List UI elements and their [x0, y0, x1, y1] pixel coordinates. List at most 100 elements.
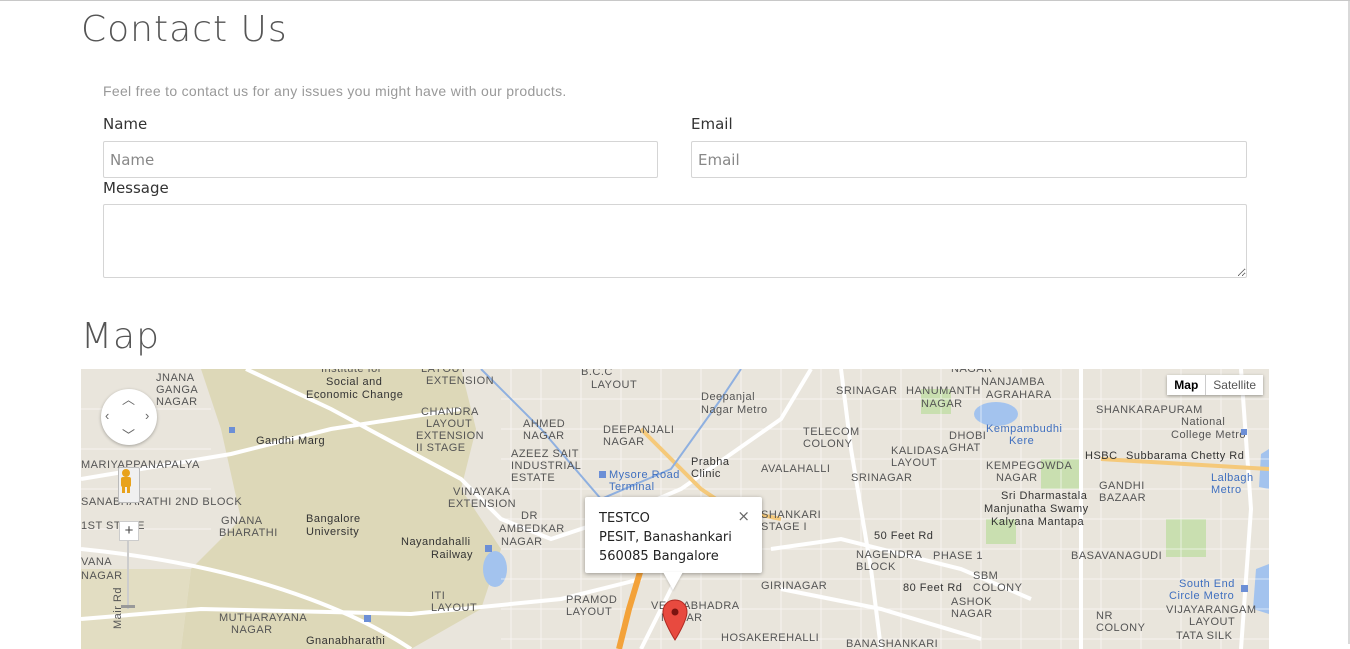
google-map[interactable]: JNANA GANGA NAGAR Institute for Social and… — [81, 369, 1269, 649]
svg-text:NAGAR: NAGAR — [81, 570, 123, 582]
svg-text:STAGE I: STAGE I — [761, 521, 807, 533]
map-type-map-button[interactable]: Map — [1167, 375, 1207, 395]
svg-text:LAYOUT: LAYOUT — [566, 606, 612, 618]
svg-text:Gnanabharathi: Gnanabharathi — [306, 635, 385, 647]
svg-text:Gandhi Marg: Gandhi Marg — [256, 435, 325, 447]
svg-text:HOSAKEREHALLI: HOSAKEREHALLI — [721, 632, 819, 644]
pan-down-icon[interactable]: ﹀ — [122, 429, 135, 442]
svg-text:NAGAR: NAGAR — [603, 436, 645, 448]
svg-text:BLOCK: BLOCK — [856, 561, 896, 573]
email-input[interactable] — [691, 141, 1247, 178]
svg-text:Sri Dharmastala: Sri Dharmastala — [1001, 490, 1088, 502]
name-input[interactable] — [103, 141, 658, 178]
svg-text:Institute for: Institute for — [321, 369, 382, 375]
svg-text:CHANDRA: CHANDRA — [421, 406, 479, 418]
svg-text:TATA SILK: TATA SILK — [1176, 630, 1233, 642]
svg-text:EXTENSION: EXTENSION — [426, 375, 494, 387]
street-view-pegman-icon[interactable] — [118, 467, 140, 503]
map-section-title: Map — [81, 316, 160, 357]
zoom-slider-handle[interactable] — [121, 605, 135, 608]
svg-text:NAGAR: NAGAR — [156, 396, 198, 408]
svg-text:50 Feet Rd: 50 Feet Rd — [874, 530, 933, 542]
svg-text:LAYOUT: LAYOUT — [591, 379, 637, 391]
svg-text:COLONY: COLONY — [1096, 622, 1146, 634]
svg-text:South End: South End — [1179, 578, 1235, 590]
svg-text:NAGAR: NAGAR — [996, 472, 1038, 484]
svg-text:SANABHARATHI 2ND BLOCK: SANABHARATHI 2ND BLOCK — [81, 496, 242, 508]
info-window-address-line1: PESIT, Banashankari — [599, 530, 732, 545]
pan-left-icon[interactable]: ‹ — [105, 409, 109, 422]
svg-text:BAZAAR: BAZAAR — [1099, 492, 1146, 504]
svg-text:EXTENSION: EXTENSION — [448, 498, 516, 510]
svg-text:National: National — [1181, 416, 1225, 428]
svg-text:AMBEDKAR: AMBEDKAR — [499, 523, 565, 535]
svg-text:Railway: Railway — [431, 549, 473, 561]
svg-text:College Metro: College Metro — [1171, 429, 1246, 441]
svg-text:JNANA: JNANA — [156, 372, 195, 384]
svg-text:SRINAGAR: SRINAGAR — [836, 385, 897, 397]
pan-right-icon[interactable]: › — [145, 409, 149, 422]
svg-text:Mysore Road: Mysore Road — [609, 469, 680, 481]
svg-text:VANA: VANA — [81, 556, 112, 568]
svg-text:ITI: ITI — [431, 590, 445, 602]
svg-text:LAYOUT: LAYOUT — [1189, 616, 1235, 628]
svg-text:SHANKARAPURAM: SHANKARAPURAM — [1096, 404, 1203, 416]
svg-text:GIRINAGAR: GIRINAGAR — [761, 580, 827, 592]
svg-text:GHAT: GHAT — [949, 442, 981, 454]
email-label: Email — [691, 115, 733, 133]
map-type-control: Map Satellite — [1167, 375, 1263, 395]
svg-text:Kempambudhi: Kempambudhi — [986, 423, 1062, 435]
svg-text:Subbarama Chetty Rd: Subbarama Chetty Rd — [1126, 450, 1244, 462]
svg-text:Manjunatha Swamy: Manjunatha Swamy — [984, 503, 1089, 515]
svg-text:AHMED: AHMED — [523, 418, 565, 430]
svg-text:GANDHI: GANDHI — [1099, 480, 1145, 492]
svg-text:DHOBI: DHOBI — [949, 430, 986, 442]
svg-text:PHASE 1: PHASE 1 — [933, 550, 983, 562]
info-window-name: TESTCO — [599, 511, 650, 526]
marker-info-window: TESTCO PESIT, Banashankari 560085 Bangal… — [585, 497, 762, 573]
svg-text:80 Feet Rd: 80 Feet Rd — [903, 582, 962, 594]
svg-text:COLONY: COLONY — [973, 582, 1023, 594]
svg-text:Deepanjal: Deepanjal — [701, 391, 755, 403]
svg-text:NAGENDRA: NAGENDRA — [856, 549, 923, 561]
pan-up-icon[interactable]: ︿ — [122, 393, 135, 406]
svg-text:Nayandahalli: Nayandahalli — [401, 536, 471, 548]
svg-text:NR: NR — [1096, 610, 1113, 622]
svg-text:VINAYAKA: VINAYAKA — [453, 486, 511, 498]
map-pan-control[interactable]: ︿ ﹀ ‹ › — [101, 389, 157, 445]
svg-text:GANGA: GANGA — [156, 384, 198, 396]
svg-text:BASAVANAGUDI: BASAVANAGUDI — [1071, 550, 1162, 562]
svg-text:COLONY: COLONY — [803, 438, 853, 450]
svg-text:KALIDASA: KALIDASA — [891, 445, 949, 457]
svg-text:BHARATHI: BHARATHI — [219, 527, 278, 539]
svg-text:DR: DR — [521, 510, 538, 522]
svg-text:EXTENSION: EXTENSION — [416, 430, 484, 442]
close-icon[interactable]: × — [737, 507, 750, 526]
zoom-slider-track[interactable] — [127, 540, 129, 609]
svg-text:NAGAR: NAGAR — [523, 430, 565, 442]
svg-text:ESTATE: ESTATE — [511, 472, 555, 484]
info-window-address-line2: 560085 Bangalore — [599, 549, 719, 564]
svg-text:LAYOUT: LAYOUT — [891, 457, 937, 469]
svg-text:MUTHARAYANA: MUTHARAYANA — [219, 612, 307, 624]
svg-text:SBM: SBM — [973, 570, 998, 582]
svg-text:Nagar Metro: Nagar Metro — [701, 404, 768, 416]
map-type-satellite-button[interactable]: Satellite — [1206, 375, 1263, 395]
svg-text:Metro: Metro — [1211, 484, 1242, 496]
svg-text:HSBC: HSBC — [1085, 450, 1118, 462]
name-label: Name — [103, 115, 148, 133]
svg-text:Terminal: Terminal — [609, 481, 655, 493]
svg-text:Economic Change: Economic Change — [306, 389, 403, 401]
svg-text:AGRAHARA: AGRAHARA — [986, 389, 1052, 401]
svg-text:II STAGE: II STAGE — [416, 442, 466, 454]
svg-text:B.C.C: B.C.C — [581, 369, 613, 378]
svg-text:Kalyana Mantapa: Kalyana Mantapa — [991, 516, 1084, 528]
message-label: Message — [103, 179, 169, 197]
svg-text:SRINAGAR: SRINAGAR — [851, 472, 912, 484]
zoom-in-button[interactable]: + — [119, 521, 139, 541]
svg-text:BANASHANKARI: BANASHANKARI — [846, 638, 938, 649]
message-textarea[interactable] — [103, 204, 1247, 278]
svg-text:SHANKARI: SHANKARI — [761, 509, 821, 521]
svg-text:NANJAMBA: NANJAMBA — [981, 376, 1045, 388]
svg-text:KEMPEGOWDA: KEMPEGOWDA — [986, 460, 1072, 472]
